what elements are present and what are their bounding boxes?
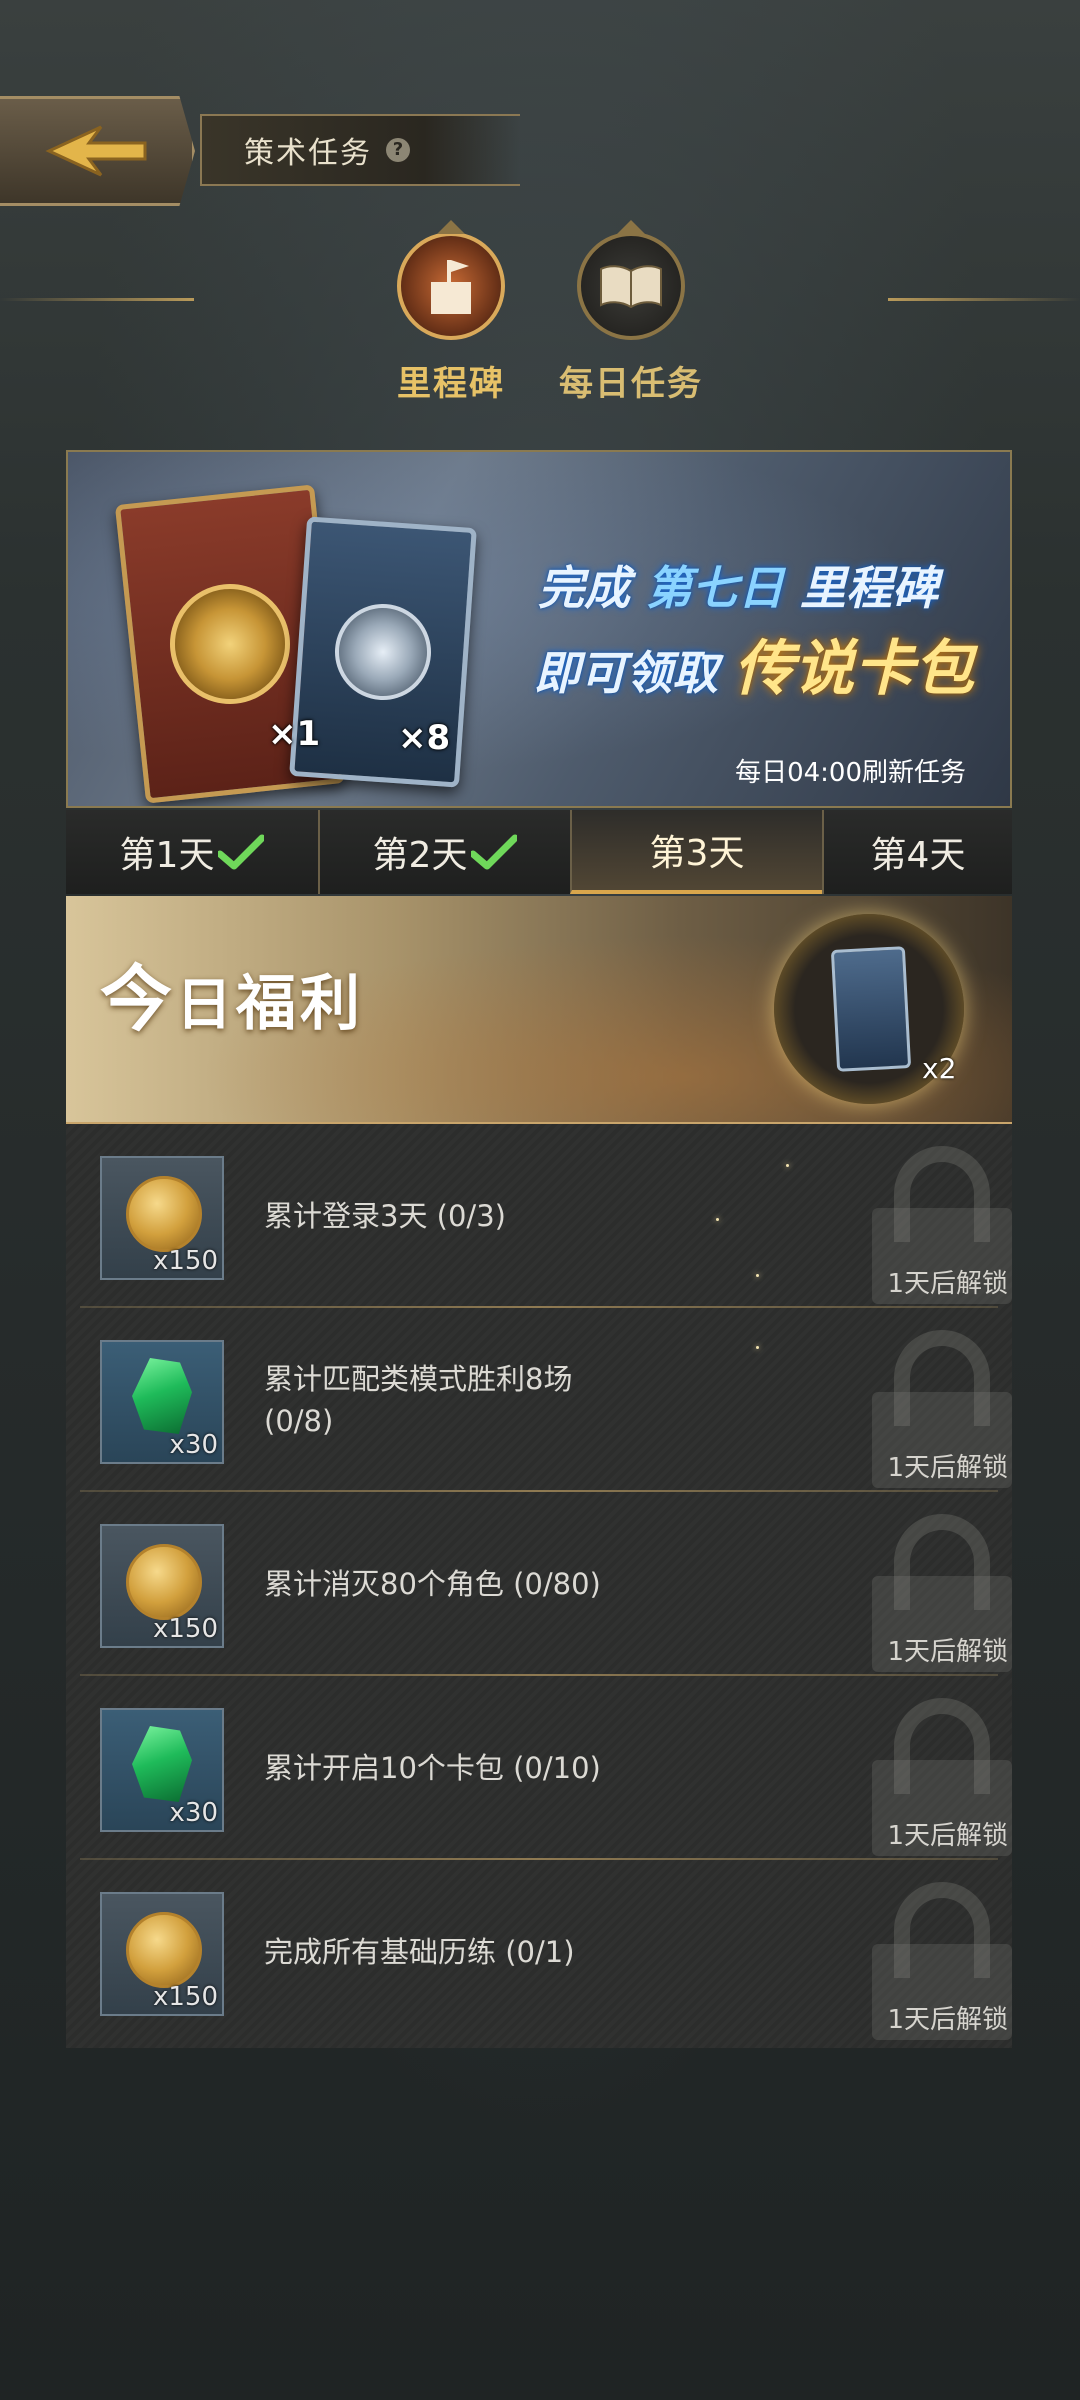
reward-slot[interactable]: x30 — [100, 1708, 224, 1832]
banner-text-claim: 即可领取 — [534, 646, 718, 700]
help-icon[interactable]: ? — [386, 138, 410, 162]
back-button[interactable] — [0, 96, 195, 206]
reward-qty: x150 — [152, 1246, 218, 1276]
benefit-title-b: 日 — [176, 973, 237, 1038]
gold-coin-icon — [126, 1912, 202, 1988]
card2-qty: ×8 — [398, 718, 451, 758]
reward-qty: x30 — [169, 1430, 218, 1460]
benefit-reward-orb[interactable]: x2 — [774, 914, 964, 1104]
reward-slot[interactable]: x150 — [100, 1892, 224, 2016]
tab-day-2[interactable]: 第2天 — [318, 810, 570, 894]
task-description: 累计开启10个卡包 (0/10) — [264, 1750, 601, 1785]
tab-daily-tasks-label: 每日任务 — [559, 364, 703, 404]
gold-coin-icon — [126, 1544, 202, 1620]
tab-day-3-label: 第3天 — [649, 833, 745, 874]
tab-day-4[interactable]: 第4天 — [822, 810, 1012, 894]
task-row: x150 累计消灭80个角色 (0/80) 1天后解锁 — [66, 1492, 1012, 1676]
tab-day-1[interactable]: 第1天 — [66, 810, 318, 894]
task-row: x30 累计匹配类模式胜利8场 (0/8) 1天后解锁 — [66, 1308, 1012, 1492]
day-tabs: 第1天 第2天 第3天 第4天 — [66, 810, 1012, 894]
tab-daily-tasks[interactable]: 每日任务 — [546, 232, 716, 405]
milestone-flag-icon — [397, 232, 505, 340]
benefit-title-c: 福利 — [236, 969, 365, 1039]
tab-day-3[interactable]: 第3天 — [570, 810, 822, 894]
today-benefit-title: 今日福利 — [100, 940, 364, 1045]
reward-qty: x150 — [152, 1614, 218, 1644]
green-gem-icon — [132, 1358, 192, 1434]
sun-emblem-icon — [164, 578, 296, 710]
divider-left — [0, 298, 194, 301]
tab-milestone[interactable]: 里程碑 — [366, 232, 536, 405]
tab-day-4-label: 第4天 — [870, 835, 966, 876]
checkmark-icon — [218, 834, 265, 870]
divider-right — [888, 298, 1080, 301]
reward-qty: x150 — [152, 1982, 218, 2012]
book-icon — [577, 232, 685, 340]
banner-headline-2: 即可领取 传说卡包 — [534, 620, 974, 707]
banner-text-highlight: 第七日 — [646, 561, 785, 615]
banner-headline-1: 完成 第七日 里程碑 — [538, 552, 938, 618]
task-row: x30 累计开启10个卡包 (0/10) 1天后解锁 — [66, 1676, 1012, 1860]
task-list: x150 累计登录3天 (0/3) 1天后解锁 x30 累计匹配类模式胜利8场 … — [66, 1124, 1012, 2048]
reward-qty: x30 — [169, 1798, 218, 1828]
benefit-qty: x2 — [922, 1052, 957, 1085]
back-arrow-icon — [45, 125, 147, 177]
task-description: 完成所有基础历练 (0/1) — [264, 1934, 575, 1969]
banner-text-c: 里程碑 — [784, 561, 939, 615]
reward-slot[interactable]: x150 — [100, 1156, 224, 1280]
unlock-status: 1天后解锁 — [887, 1453, 1008, 1483]
task-description: 累计消灭80个角色 (0/80) — [264, 1566, 601, 1601]
unlock-status: 1天后解锁 — [887, 1637, 1008, 1667]
task-description: 累计登录3天 (0/3) — [264, 1198, 506, 1233]
benefit-title-a: 今 — [100, 957, 177, 1041]
page-title: 策术任务 — [244, 136, 372, 171]
refresh-time-text: 每日04:00刷新任务 — [735, 758, 966, 788]
card1-qty: ×1 — [268, 714, 321, 754]
tab-day-2-label: 第2天 — [372, 835, 468, 876]
reward-slot[interactable]: x150 — [100, 1524, 224, 1648]
unlock-status: 1天后解锁 — [887, 2005, 1008, 2035]
tab-milestone-label: 里程碑 — [397, 364, 505, 404]
card-pack-icon — [830, 946, 912, 1072]
checkmark-icon — [471, 834, 518, 870]
legend-pack-banner: ×1 ×8 完成 第七日 里程碑 即可领取 传说卡包 每日04:00刷新任务 — [66, 450, 1012, 808]
unlock-status: 1天后解锁 — [887, 1821, 1008, 1851]
task-row: x150 累计登录3天 (0/3) 1天后解锁 — [66, 1124, 1012, 1308]
task-row: x150 完成所有基础历练 (0/1) 1天后解锁 — [66, 1860, 1012, 2044]
task-description: 累计匹配类模式胜利8场 (0/8) — [264, 1361, 573, 1438]
silver-emblem-icon — [331, 600, 435, 704]
gold-coin-icon — [126, 1176, 202, 1252]
green-gem-icon — [132, 1726, 192, 1802]
reward-slot[interactable]: x30 — [100, 1340, 224, 1464]
title-plate: 策术任务 ? — [200, 114, 520, 186]
tab-day-1-label: 第1天 — [119, 835, 215, 876]
banner-text-a: 完成 — [538, 561, 647, 615]
banner-text-legend-pack: 传说卡包 — [734, 634, 974, 704]
unlock-status: 1天后解锁 — [887, 1269, 1008, 1299]
today-benefit-panel: 今日福利 x2 — [66, 896, 1012, 1124]
